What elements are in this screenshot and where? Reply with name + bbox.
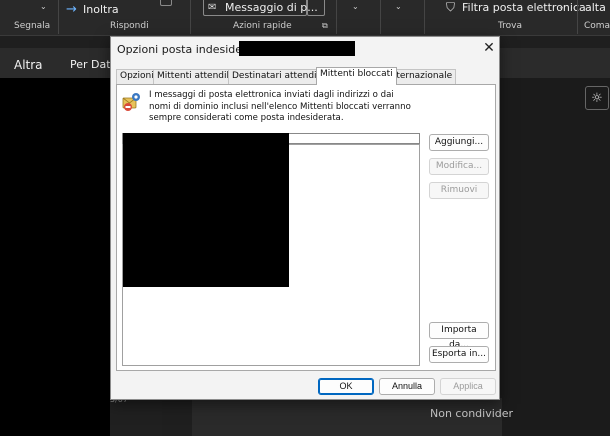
blocked-senders-description: I messaggi di posta elettronica inviati … xyxy=(149,90,411,123)
export-button[interactable]: Esporta in... xyxy=(429,346,489,363)
actions-dropdown-icon[interactable]: ⌄ xyxy=(352,2,359,11)
blocked-senders-list[interactable] xyxy=(122,133,420,366)
mail-icon: ✉ xyxy=(208,2,217,13)
alta-label: alta xyxy=(585,1,606,14)
edit-button[interactable]: Modifica... xyxy=(429,158,489,175)
reading-pane-side xyxy=(500,78,610,436)
ribbon-separator xyxy=(190,0,191,34)
tab-mittenti-bloccati[interactable]: Mittenti bloccati xyxy=(316,67,397,85)
forward-button[interactable]: Inoltra xyxy=(83,3,119,16)
cancel-button[interactable]: Annulla xyxy=(379,378,435,395)
ribbon-group-rispondi: Rispondi xyxy=(110,21,149,31)
ribbon-separator xyxy=(58,0,59,34)
blocked-senders-icon xyxy=(122,93,140,111)
ribbon-separator xyxy=(577,0,578,34)
ribbon-separator xyxy=(336,0,337,34)
remove-button[interactable]: Rimuovi xyxy=(429,182,489,199)
ribbon-separator xyxy=(424,0,425,34)
filter-email-button[interactable]: Filtra posta elettronica xyxy=(462,1,586,14)
ribbon-group-comandi: Coman xyxy=(584,21,610,31)
segnala-dropdown-icon[interactable]: ⌄ xyxy=(40,2,47,11)
ribbon-group-azioni-rapide: Azioni rapide xyxy=(233,21,292,31)
blocked-senders-panel: I messaggi di posta elettronica inviati … xyxy=(116,84,496,371)
dialog-launcher-icon[interactable]: ⧉ xyxy=(322,21,328,31)
close-icon[interactable]: ✕ xyxy=(481,40,497,56)
import-button[interactable]: Importa da... xyxy=(429,322,489,350)
tab-opzioni[interactable]: Opzioni xyxy=(116,69,158,84)
more-respond-icon[interactable] xyxy=(160,0,172,6)
altra-tab[interactable]: Altra xyxy=(14,58,43,72)
reading-pane-text: Non condivider xyxy=(430,407,514,420)
forward-arrow-icon: → xyxy=(66,2,77,17)
quick-action-more[interactable] xyxy=(307,0,325,16)
ribbon-group-trova: Trova xyxy=(498,21,523,31)
add-button[interactable]: Aggiungi... xyxy=(429,134,489,151)
apply-button[interactable]: Applica xyxy=(440,378,496,395)
filter-icon: ⛉ xyxy=(446,0,456,14)
redacted-account xyxy=(239,41,355,56)
quick-action-box[interactable]: ✉ Messaggio di p... xyxy=(203,0,318,16)
sun-icon[interactable]: ☼ xyxy=(585,86,609,110)
junk-email-options-dialog: Opzioni posta indesiderata - ✕ Opzioni M… xyxy=(110,36,500,400)
ribbon: ⌄ Segnala → Inoltra Rispondi ✉ Messaggio… xyxy=(0,0,610,36)
ok-button[interactable]: OK xyxy=(318,378,374,395)
quick-action-label: Messaggio di p... xyxy=(225,1,318,14)
message-list-redacted xyxy=(0,78,110,436)
redacted-list-entries xyxy=(123,133,289,287)
tags-dropdown-icon[interactable]: ⌄ xyxy=(395,2,402,11)
filter-dropdown-icon[interactable]: ⌄ xyxy=(558,2,565,11)
ribbon-group-segnala: Segnala xyxy=(14,21,51,31)
ribbon-separator xyxy=(380,0,381,34)
